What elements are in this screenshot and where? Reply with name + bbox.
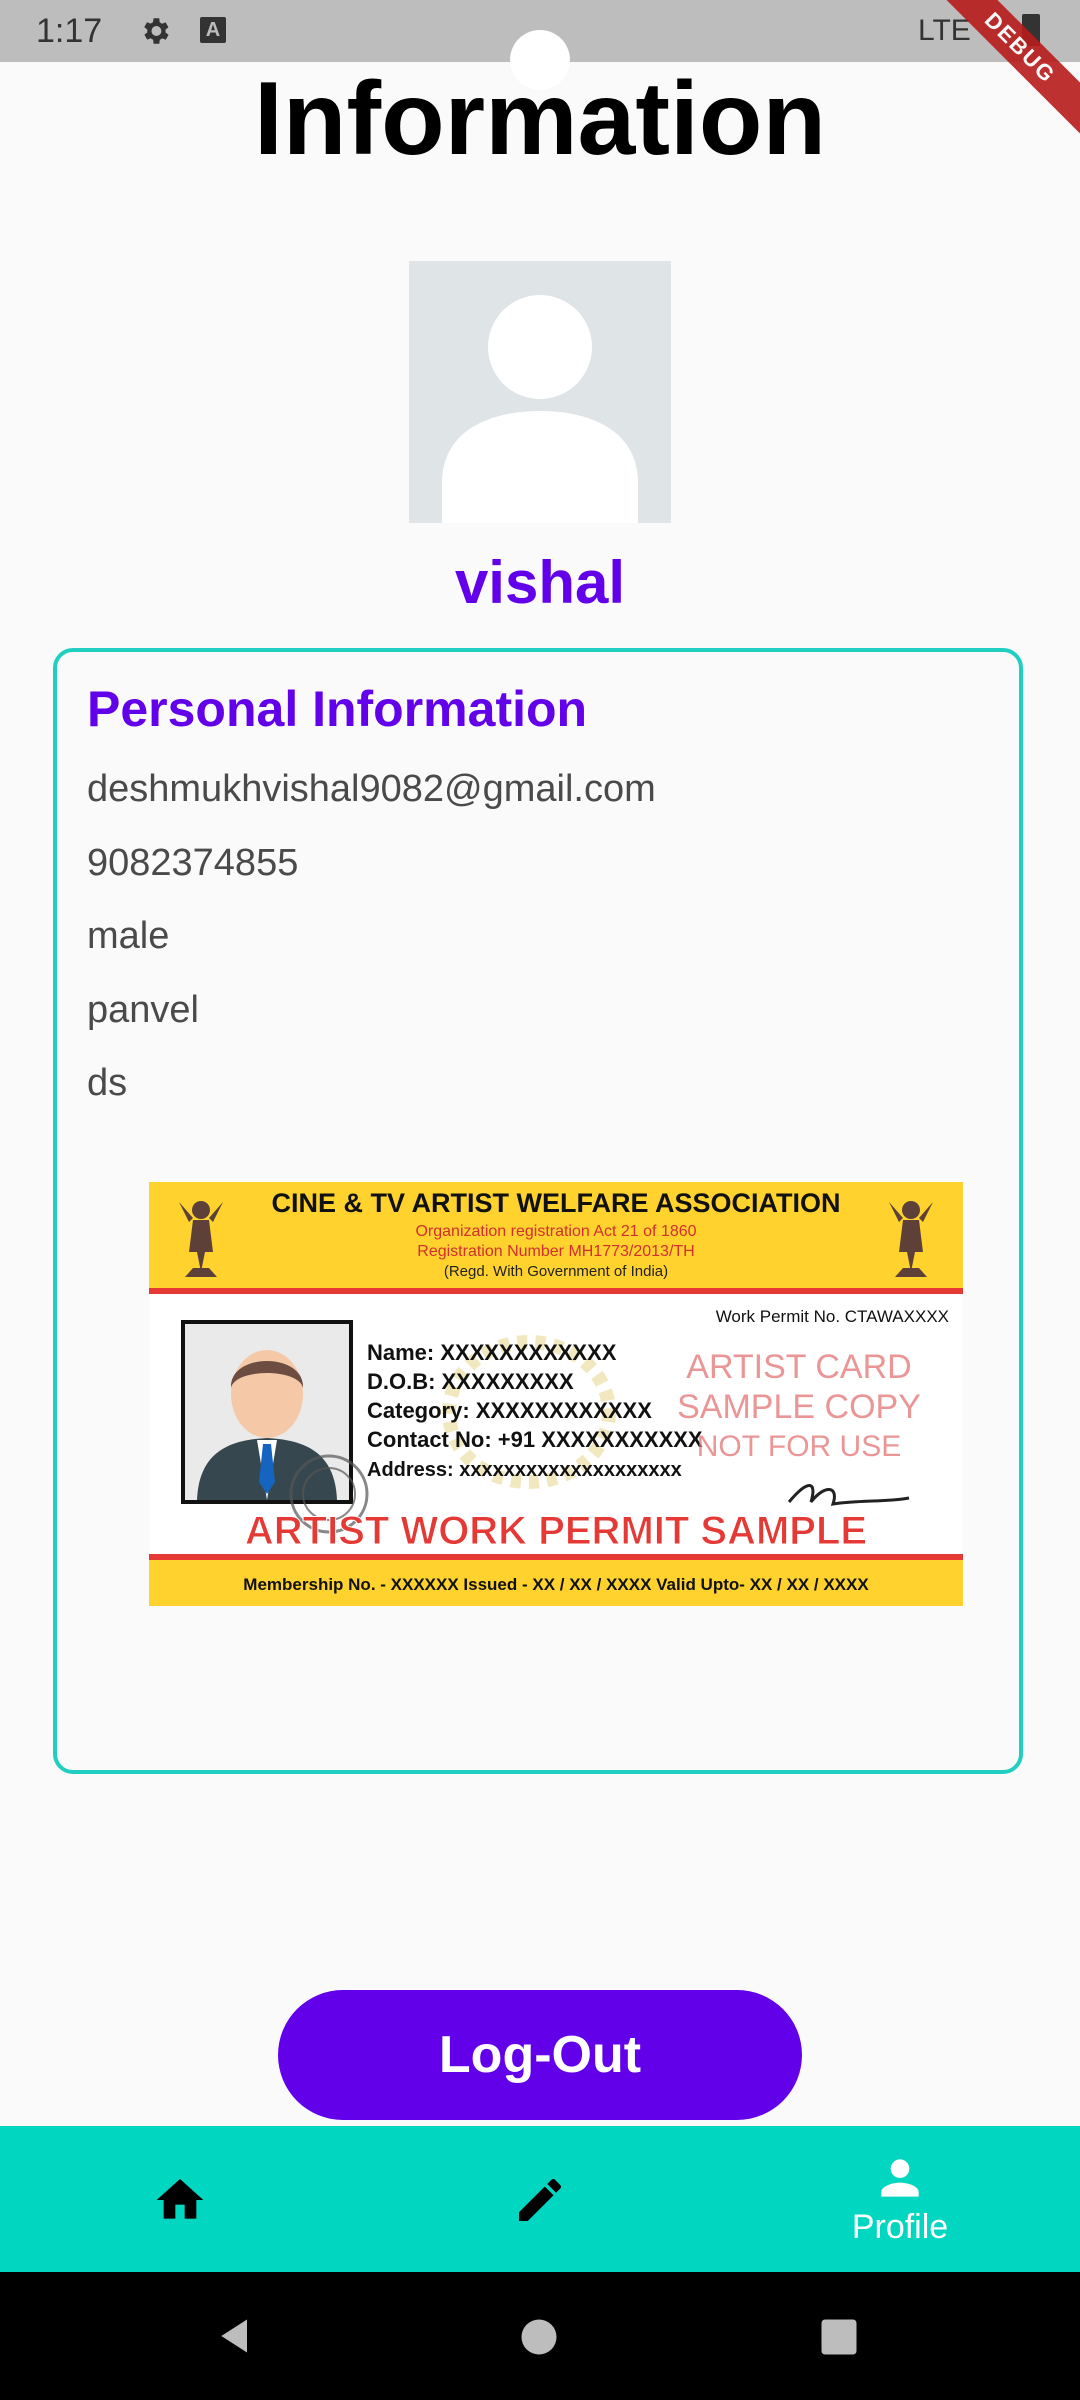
work-permit-number: Work Permit No. CTAWAXXXX: [716, 1307, 949, 1326]
nav-item-profile[interactable]: Profile: [720, 2126, 1080, 2272]
personal-info-card: Personal Information deshmukhvishal9082@…: [53, 648, 1023, 1774]
work-permit-card: CINE & TV ARTIST WELFARE ASSOCIATION Org…: [149, 1182, 963, 1606]
phone-text: 9082374855: [87, 842, 299, 884]
gender-text: male: [87, 915, 170, 957]
settings-icon: [144, 18, 169, 44]
watermark-line-1: ARTIST CARD: [686, 1348, 911, 1386]
network-type: LTE: [918, 14, 971, 47]
status-time: 1:17: [36, 12, 103, 50]
watermark-line-2: SAMPLE COPY: [677, 1388, 921, 1426]
nav-item-home[interactable]: [0, 2126, 360, 2272]
page-title: Information: [254, 61, 826, 177]
system-navigation-bar: [0, 2272, 1080, 2400]
back-icon[interactable]: [214, 2314, 258, 2358]
person-placeholder-icon: [442, 295, 638, 523]
nav-label-profile: Profile: [851, 2208, 949, 2246]
personal-info-heading: Personal Information: [87, 681, 588, 737]
permit-footer: Membership No. - XXXXXX Issued - XX / XX…: [243, 1575, 869, 1594]
bottom-navigation: Profile: [0, 2126, 1080, 2272]
permit-banner: ARTIST WORK PERMIT SAMPLE: [245, 1509, 867, 1553]
city-text: panvel: [87, 989, 199, 1031]
extra-text: ds: [87, 1062, 128, 1104]
edit-pencil-icon: [519, 2178, 562, 2221]
avatar[interactable]: [409, 261, 671, 523]
logout-button[interactable]: Log-Out: [278, 1990, 802, 2120]
permit-contact-line: Contact No: +91 XXXXXXXXXXX: [367, 1427, 703, 1452]
recents-square-icon[interactable]: [818, 2316, 860, 2358]
keyboard-a-icon: A: [200, 17, 226, 43]
reg-line-1: Organization registration Act 21 of 1860: [415, 1223, 696, 1240]
email-text: deshmukhvishal9082@gmail.com: [87, 768, 656, 810]
user-name: vishal: [454, 549, 626, 616]
permit-address-line: Address: xxxxxxxxxxxxxxxxxxxx: [367, 1459, 682, 1481]
home-icon: [156, 2179, 204, 2219]
nav-item-edit[interactable]: [360, 2126, 720, 2272]
reg-line-2: Registration Number MH1773/2013/TH: [417, 1243, 694, 1260]
permit-category-line: Category: XXXXXXXXXXXX: [367, 1398, 652, 1423]
person-icon: [881, 2159, 919, 2197]
home-circle-icon[interactable]: [518, 2316, 560, 2358]
work-permit-image: CINE & TV ARTIST WELFARE ASSOCIATION Org…: [149, 1182, 963, 1606]
reg-line-3: (Regd. With Government of India): [444, 1263, 668, 1280]
watermark-line-3: NOT FOR USE: [697, 1430, 901, 1463]
permit-dob-line: D.O.B: XXXXXXXXX: [367, 1369, 574, 1394]
permit-name-line: Name: XXXXXXXXXXXX: [367, 1340, 617, 1365]
association-name: CINE & TV ARTIST WELFARE ASSOCIATION: [271, 1188, 840, 1218]
